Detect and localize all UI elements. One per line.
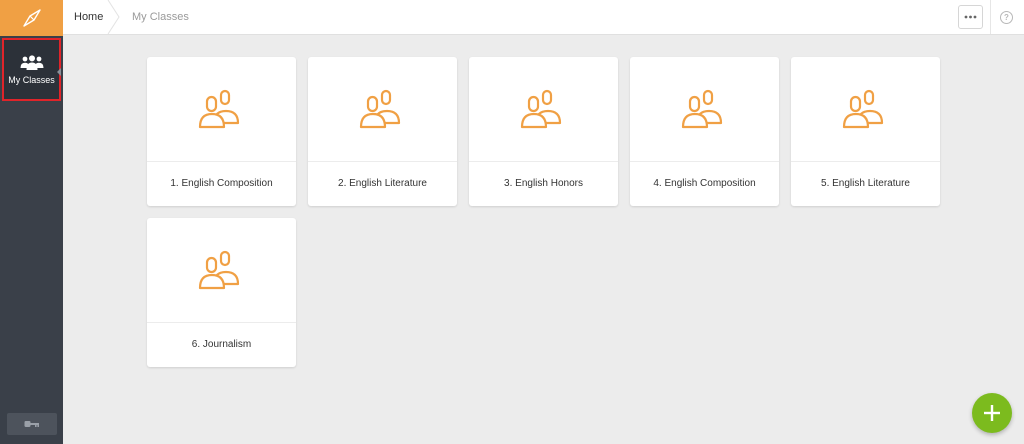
users-icon — [681, 89, 722, 129]
sidebar-item-my-classes[interactable]: My Classes — [2, 38, 61, 101]
class-card[interactable]: 6. Journalism — [147, 218, 296, 367]
users-icon — [520, 89, 561, 129]
breadcrumb-home[interactable]: Home — [74, 0, 103, 34]
class-card-label: 2. English Literature — [338, 178, 427, 189]
class-card[interactable]: 5. English Literature — [791, 57, 940, 206]
class-card-icon — [630, 57, 779, 161]
more-dots-icon — [964, 15, 977, 19]
class-card-icon — [469, 57, 618, 161]
topbar: Home My Classes ? — [63, 0, 1024, 35]
class-card-label: 4. English Composition — [653, 178, 756, 189]
sidebar-item-label: My Classes — [8, 74, 55, 85]
class-card-label: 5. English Literature — [821, 178, 910, 189]
class-card[interactable]: 2. English Literature — [308, 57, 457, 206]
class-card-label: 6. Journalism — [191, 339, 252, 350]
users-icon — [198, 89, 239, 129]
app-logo[interactable] — [0, 0, 63, 36]
class-card-label: 1. English Composition — [170, 178, 273, 189]
class-card[interactable]: 1. English Composition — [147, 57, 296, 206]
plus-icon — [984, 405, 1000, 421]
breadcrumb-current: My Classes — [132, 11, 189, 23]
help-icon[interactable]: ? — [1000, 11, 1013, 24]
class-card-icon — [791, 57, 940, 161]
users-icon — [359, 89, 400, 129]
topbar-divider — [990, 0, 991, 34]
class-card-icon — [147, 218, 296, 322]
class-card-label: 3. English Honors — [504, 178, 583, 189]
logout-button[interactable] — [7, 413, 57, 435]
class-card[interactable]: 4. English Composition — [630, 57, 779, 206]
breadcrumb-separator-icon — [107, 0, 120, 34]
class-card-icon — [147, 57, 296, 161]
class-card[interactable]: 3. English Honors — [469, 57, 618, 206]
sidebar: My Classes — [0, 0, 63, 444]
users-icon — [198, 250, 239, 290]
key-icon — [24, 421, 39, 427]
users-icon — [842, 89, 883, 129]
add-class-button[interactable] — [972, 393, 1012, 433]
compass-icon — [22, 9, 41, 27]
class-card-icon — [308, 57, 457, 161]
more-options-button[interactable] — [958, 5, 983, 29]
active-caret — [57, 68, 61, 76]
help-glyph: ? — [1004, 13, 1009, 22]
users-icon — [20, 54, 43, 70]
